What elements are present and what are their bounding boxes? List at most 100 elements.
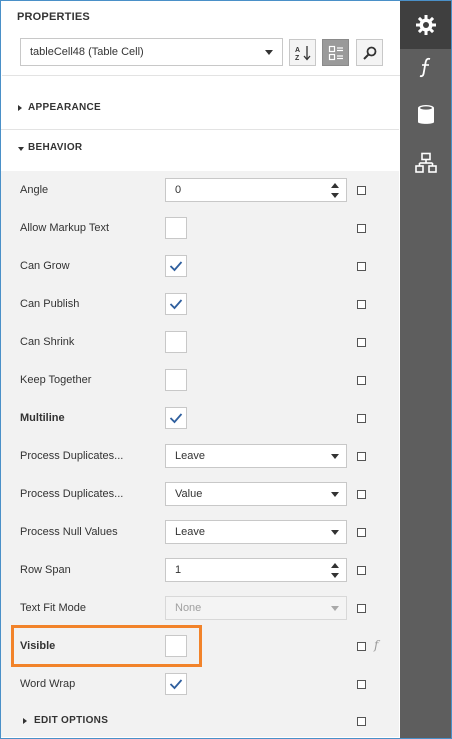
row-span-spin-editor[interactable]: 1 <box>165 558 347 582</box>
search-icon <box>362 46 376 60</box>
property-label: Process Null Values <box>20 526 118 538</box>
property-row-process-null-values: Process Null Values Leave <box>1 513 399 551</box>
database-icon <box>417 105 434 124</box>
property-marker-icon[interactable] <box>357 414 366 423</box>
property-marker-icon[interactable] <box>357 490 366 499</box>
property-row-process-duplicates-target: Process Duplicates... Value <box>1 475 399 513</box>
property-marker-icon[interactable] <box>357 224 366 233</box>
spin-up-icon[interactable] <box>331 183 339 188</box>
chevron-down-icon <box>331 530 339 535</box>
property-marker-icon[interactable] <box>357 566 366 575</box>
property-row-can-shrink: Can Shrink <box>1 323 399 361</box>
checkmark-icon <box>169 413 183 424</box>
search-button[interactable] <box>356 39 383 66</box>
property-row-multiline: Multiline <box>1 399 399 437</box>
property-row-keep-together: Keep Together <box>1 361 399 399</box>
multiline-checkbox[interactable] <box>165 407 187 429</box>
spin-down-icon[interactable] <box>331 573 339 578</box>
spin-up-icon[interactable] <box>331 563 339 568</box>
gear-icon <box>415 15 436 35</box>
function-icon <box>419 57 430 78</box>
section-appearance-label: APPEARANCE <box>28 102 102 113</box>
chevron-down-icon <box>331 454 339 459</box>
property-marker-icon[interactable] <box>357 452 366 461</box>
chevron-down-icon <box>331 492 339 497</box>
property-marker-icon[interactable] <box>357 262 366 271</box>
chevron-right-icon <box>23 718 27 724</box>
property-row-allow-markup-text: Allow Markup Text <box>1 209 399 247</box>
section-behavior-label: BEHAVIOR <box>28 142 83 153</box>
categorized-view-button[interactable] <box>322 39 349 66</box>
svg-text:Z: Z <box>295 55 300 62</box>
property-marker-icon[interactable] <box>357 717 366 726</box>
property-marker-icon[interactable] <box>357 300 366 309</box>
process-duplicates-mode-dropdown[interactable]: Leave <box>165 444 347 468</box>
property-row-angle: Angle 0 <box>1 171 399 209</box>
property-marker-icon[interactable] <box>357 338 366 347</box>
property-row-word-wrap: Word Wrap <box>1 665 399 703</box>
expressions-tab[interactable] <box>400 43 451 91</box>
section-appearance[interactable]: APPEARANCE <box>1 90 399 128</box>
property-label: Text Fit Mode <box>20 602 87 614</box>
property-row-can-grow: Can Grow <box>1 247 399 285</box>
dropdown-value: Leave <box>175 526 205 538</box>
sort-az-icon: A Z <box>295 45 310 62</box>
process-duplicates-target-dropdown[interactable]: Value <box>165 482 347 506</box>
property-row-process-duplicates-mode: Process Duplicates... Leave <box>1 437 399 475</box>
properties-tab[interactable] <box>400 1 451 49</box>
divider <box>2 75 400 76</box>
checkmark-icon <box>169 679 183 690</box>
component-selector[interactable]: tableCell48 (Table Cell) <box>20 38 283 66</box>
sort-alphabetical-button[interactable]: A Z <box>289 39 316 66</box>
expression-function-icon[interactable]: f <box>374 638 378 652</box>
dropdown-value: None <box>175 602 202 614</box>
property-label: Allow Markup Text <box>20 222 110 234</box>
property-marker-icon[interactable] <box>357 186 366 195</box>
spin-down-icon[interactable] <box>331 193 339 198</box>
chevron-right-icon <box>18 105 22 111</box>
can-grow-checkbox[interactable] <box>165 255 187 277</box>
categories-icon <box>328 45 343 60</box>
section-behavior[interactable]: BEHAVIOR <box>1 130 399 168</box>
data-source-tab[interactable] <box>400 91 451 139</box>
word-wrap-checkbox[interactable] <box>165 673 187 695</box>
angle-spin-editor[interactable]: 0 <box>165 178 347 202</box>
checkmark-icon <box>169 299 183 310</box>
allow-markup-text-checkbox[interactable] <box>165 217 187 239</box>
chevron-down-icon <box>331 606 339 611</box>
property-label: Word Wrap <box>20 678 76 690</box>
visible-highlight-frame <box>11 625 202 667</box>
property-label: Row Span <box>20 564 71 576</box>
chevron-down-icon <box>18 147 24 151</box>
section-edit-options[interactable]: EDIT OPTIONS <box>1 703 399 737</box>
section-edit-options-label: EDIT OPTIONS <box>34 715 109 726</box>
property-label: Multiline <box>20 412 65 424</box>
right-sidebar <box>400 1 451 738</box>
property-marker-icon[interactable] <box>357 642 366 651</box>
can-publish-checkbox[interactable] <box>165 293 187 315</box>
keep-together-checkbox[interactable] <box>165 369 187 391</box>
component-selector-value: tableCell48 (Table Cell) <box>30 46 144 58</box>
property-row-row-span: Row Span 1 <box>1 551 399 589</box>
dropdown-value: Leave <box>175 450 205 462</box>
property-marker-icon[interactable] <box>357 528 366 537</box>
row-span-value: 1 <box>175 564 182 576</box>
hierarchy-icon <box>414 152 437 173</box>
text-fit-mode-dropdown: None <box>165 596 347 620</box>
property-marker-icon[interactable] <box>357 680 366 689</box>
property-label: Keep Together <box>20 374 92 386</box>
property-row-text-fit-mode: Text Fit Mode None <box>1 589 399 627</box>
report-explorer-tab[interactable] <box>400 139 451 187</box>
property-label: Can Grow <box>20 260 70 272</box>
angle-value: 0 <box>175 184 182 196</box>
chevron-down-icon <box>265 50 273 55</box>
property-label: Can Shrink <box>20 336 75 348</box>
checkmark-icon <box>169 261 183 272</box>
property-label: Process Duplicates... <box>20 488 124 500</box>
property-marker-icon[interactable] <box>357 376 366 385</box>
can-shrink-checkbox[interactable] <box>165 331 187 353</box>
property-label: Can Publish <box>20 298 80 310</box>
panel-title: PROPERTIES <box>17 11 90 23</box>
process-null-values-dropdown[interactable]: Leave <box>165 520 347 544</box>
property-marker-icon[interactable] <box>357 604 366 613</box>
